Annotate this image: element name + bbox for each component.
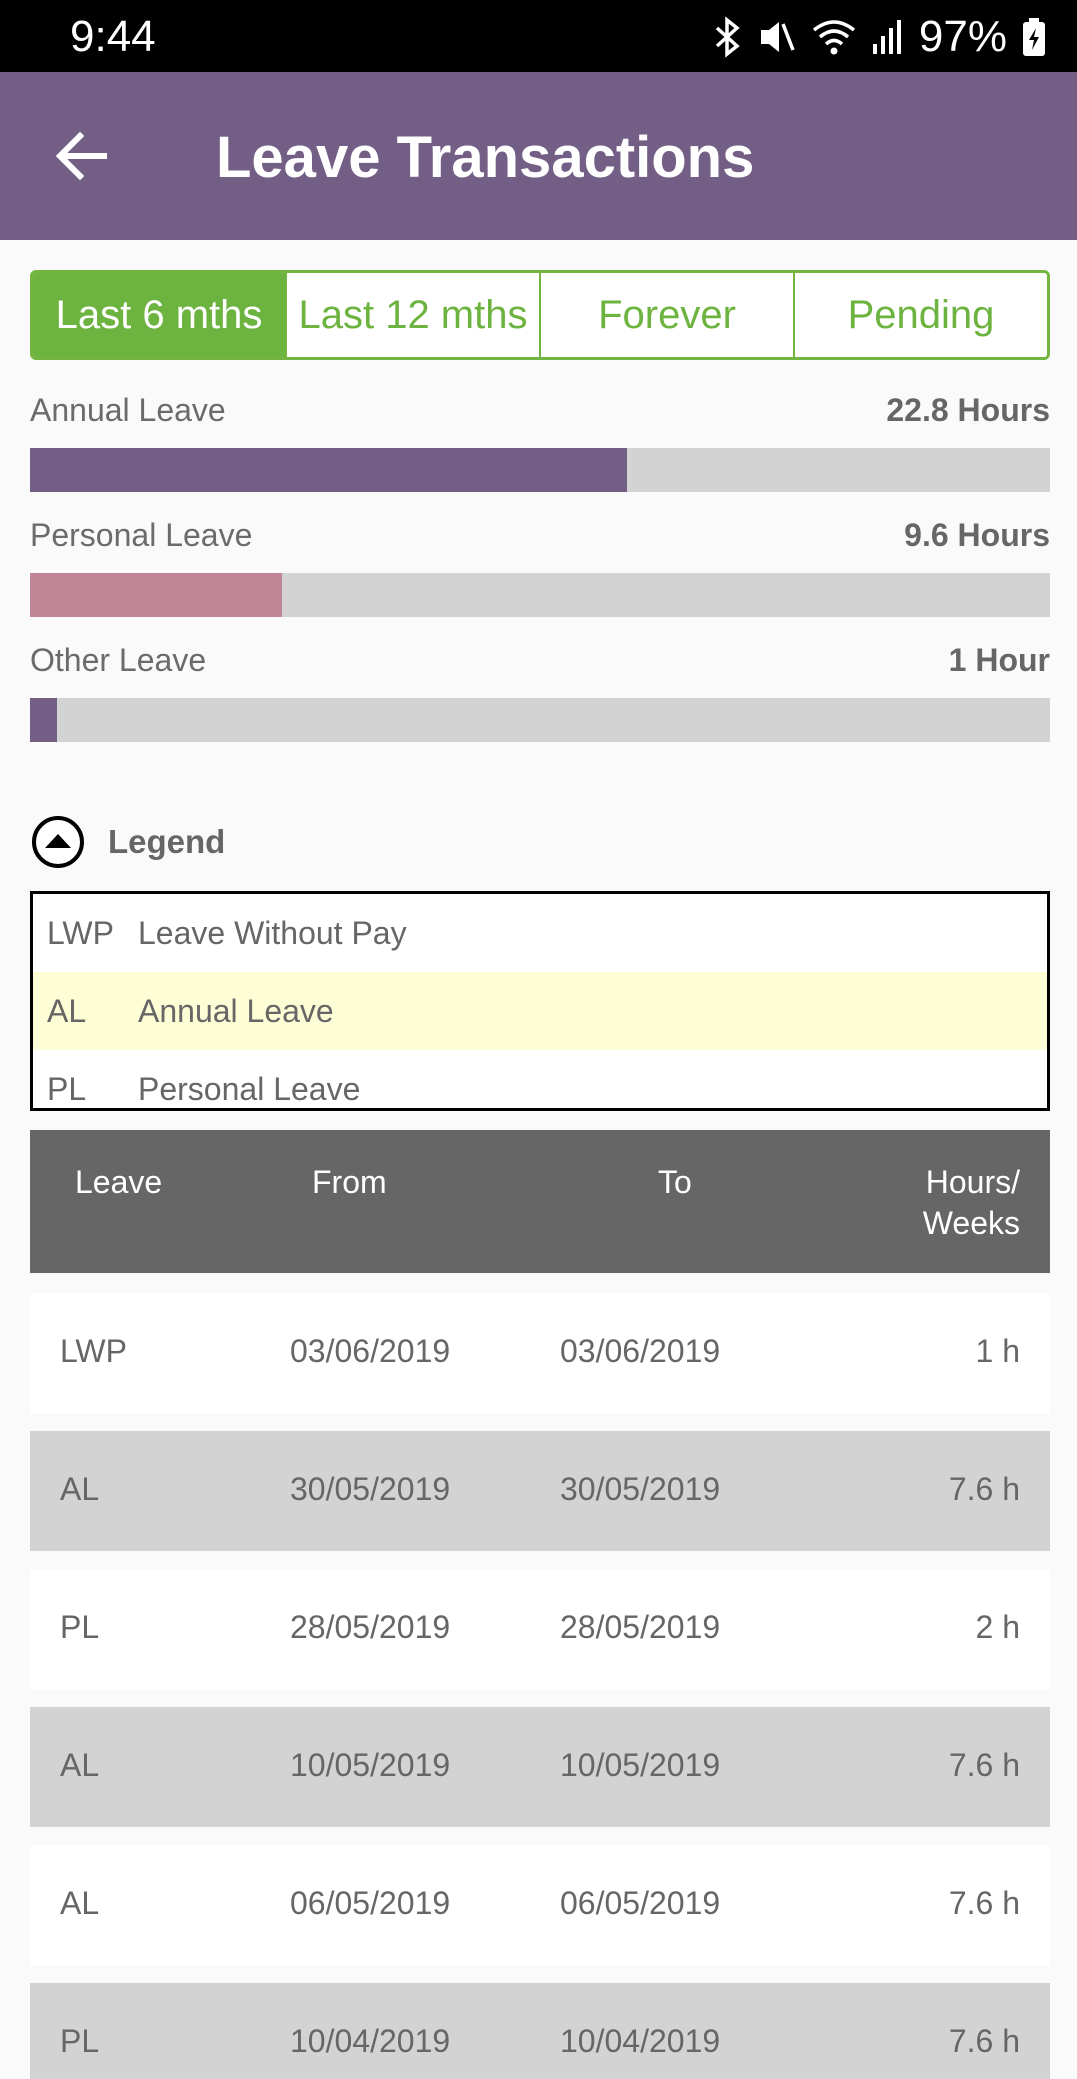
status-icons: 97%	[713, 12, 1047, 62]
column-header-hours-line2: Weeks	[922, 1205, 1020, 1241]
cell-hours: 1 h	[975, 1333, 1020, 1369]
cell-to: 30/05/2019	[560, 1471, 721, 1507]
table-row[interactable]: PL 28/05/2019 28/05/2019 2 h	[30, 1569, 1050, 1689]
cell-to: 10/05/2019	[560, 1747, 721, 1783]
cell-from: 30/05/2019	[290, 1471, 451, 1507]
table-row[interactable]: AL 30/05/2019 30/05/2019 7.6 h	[30, 1431, 1050, 1551]
tab-pending[interactable]: Pending	[795, 273, 1047, 357]
legend-item: PL Personal Leave	[33, 1050, 1047, 1128]
cell-to: 03/06/2019	[560, 1333, 721, 1369]
legend-code: LWP	[47, 914, 114, 951]
balance-value: 22.8 Hours	[886, 392, 1050, 428]
signal-icon	[871, 16, 905, 58]
cell-leave: AL	[60, 1471, 100, 1507]
arrow-left-icon[interactable]	[50, 124, 114, 188]
mute-icon	[757, 16, 797, 58]
balance-label: Other Leave	[30, 642, 207, 678]
tab-last-6-months[interactable]: Last 6 mths	[33, 273, 287, 357]
legend-item: AL Annual Leave	[33, 972, 1047, 1050]
cell-leave: AL	[60, 1747, 100, 1783]
legend-name: Personal Leave	[138, 1070, 361, 1107]
cell-from: 10/04/2019	[290, 2023, 451, 2059]
cell-hours: 7.6 h	[948, 2023, 1020, 2059]
cell-hours: 7.6 h	[948, 1885, 1020, 1921]
collapse-up-icon[interactable]	[30, 814, 86, 870]
table-row[interactable]: AL 10/05/2019 10/05/2019 7.6 h	[30, 1707, 1050, 1827]
cell-hours: 2 h	[975, 1609, 1020, 1645]
legend-box: LWP Leave Without Pay AL Annual Leave PL…	[30, 891, 1050, 1111]
cell-leave: AL	[60, 1885, 100, 1921]
cell-hours: 7.6 h	[948, 1747, 1020, 1783]
balance-bar-track	[30, 698, 1050, 742]
balance-bar-fill	[30, 573, 282, 617]
cell-leave: PL	[60, 1609, 100, 1645]
cell-from: 06/05/2019	[290, 1885, 451, 1921]
balance-label: Personal Leave	[30, 517, 253, 553]
column-header-leave: Leave	[75, 1164, 163, 1200]
legend-name: Annual Leave	[138, 992, 334, 1029]
status-time: 9:44	[70, 12, 156, 61]
legend-name: Leave Without Pay	[138, 914, 407, 951]
legend-item: LWP Leave Without Pay	[33, 894, 1047, 972]
cell-from: 03/06/2019	[290, 1333, 451, 1369]
bluetooth-icon	[713, 16, 743, 58]
table-row[interactable]: PL 10/04/2019 10/04/2019 7.6 h	[30, 1983, 1050, 2079]
balance-label: Annual Leave	[30, 392, 226, 428]
column-header-to: To	[658, 1164, 692, 1200]
status-bar: 9:44 97%	[0, 0, 1077, 72]
period-tabs: Last 6 mths Last 12 mths Forever Pending	[30, 270, 1050, 360]
legend-code: PL	[47, 1070, 87, 1107]
cell-to: 06/05/2019	[560, 1885, 721, 1921]
battery-percent: 97%	[918, 12, 1007, 61]
cell-from: 28/05/2019	[290, 1609, 451, 1645]
cell-to: 28/05/2019	[560, 1609, 721, 1645]
cell-to: 10/04/2019	[560, 2023, 721, 2059]
cell-from: 10/05/2019	[290, 1747, 451, 1783]
balance-value: 1 Hour	[948, 642, 1050, 678]
table-row[interactable]: AL 06/05/2019 06/05/2019 7.6 h	[30, 1845, 1050, 1965]
column-header-from: From	[312, 1164, 387, 1200]
table-header: Leave From To Hours/ Weeks	[30, 1130, 1050, 1273]
cell-hours: 7.6 h	[948, 1471, 1020, 1507]
table-row[interactable]: LWP 03/06/2019 03/06/2019 1 h	[30, 1293, 1050, 1413]
page-title: Leave Transactions	[216, 125, 755, 190]
column-header-hours-line1: Hours/	[925, 1164, 1020, 1200]
legend-toggle[interactable]: Legend	[30, 814, 225, 870]
balance-bar-track	[30, 573, 1050, 617]
tab-forever[interactable]: Forever	[541, 273, 795, 357]
cell-leave: PL	[60, 2023, 100, 2059]
legend-code: AL	[47, 992, 87, 1029]
column-header-hours: Hours/ Weeks	[923, 1164, 1020, 1242]
balance-bar-fill	[30, 448, 627, 492]
cell-leave: LWP	[60, 1333, 127, 1369]
tab-last-12-months[interactable]: Last 12 mths	[287, 273, 541, 357]
legend-title: Legend	[108, 823, 226, 860]
app-bar: Leave Transactions	[0, 72, 1077, 240]
balance-bar-track	[30, 448, 1050, 492]
wifi-icon	[811, 16, 857, 58]
battery-charging-icon	[1021, 16, 1047, 58]
balance-bar-fill	[30, 698, 57, 742]
balance-value: 9.6 Hours	[904, 517, 1050, 553]
